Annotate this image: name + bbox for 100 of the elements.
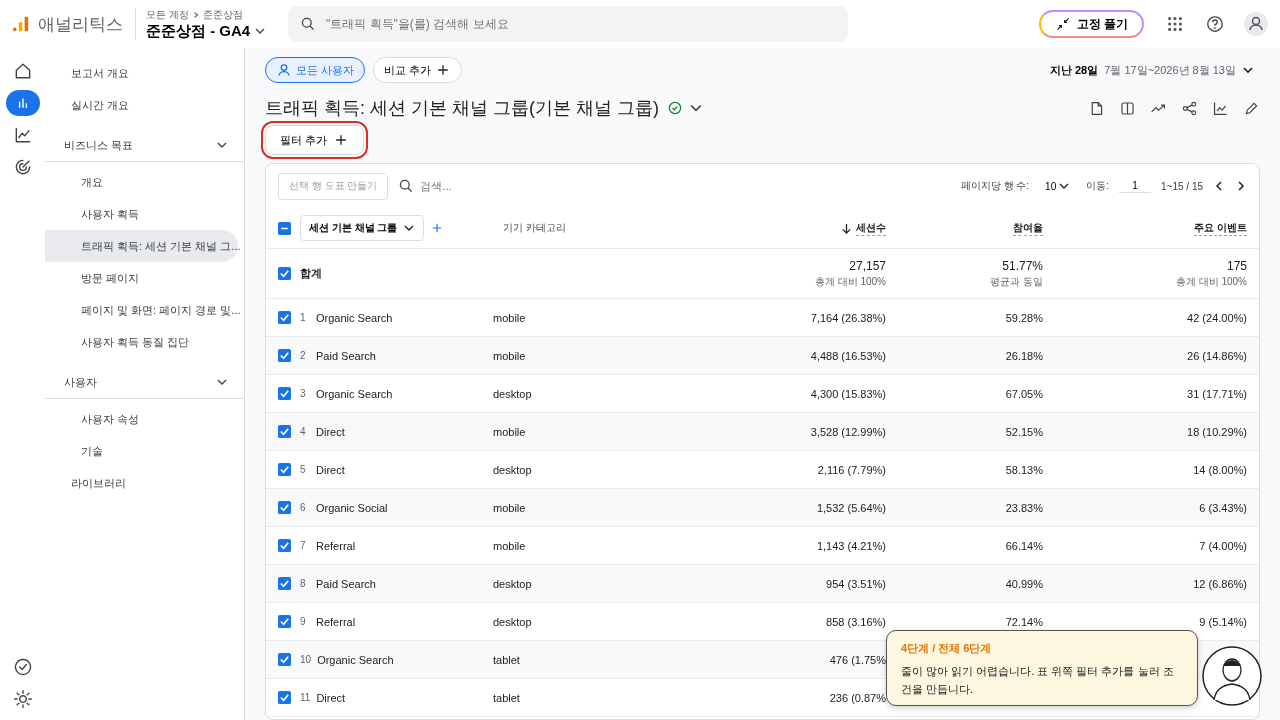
sidebar-item[interactable]: 기술 [45, 435, 238, 467]
sidebar-section[interactable]: 사용자 [45, 366, 244, 399]
table-cell: 2,116 (7.79%) [817, 463, 886, 476]
row-number: 8 [300, 578, 307, 589]
help-icon[interactable] [1206, 15, 1224, 33]
table-cell: 954 (3.51%) [826, 577, 886, 590]
table-cell: tablet [493, 691, 520, 704]
sidebar-item[interactable]: 사용자 속성 [45, 403, 238, 435]
sidebar-item[interactable]: 사용자 획득 동질 집단 [45, 326, 238, 358]
row-checkbox[interactable] [278, 387, 291, 400]
total-note: 총계 대비 100% [814, 274, 886, 289]
table-cell: 23.83% [1005, 501, 1043, 514]
property-selector[interactable]: 준준상점 - GA4 [146, 21, 264, 41]
total-note: 총계 대비 100% [1175, 274, 1247, 289]
table-cell: 12 (6.86%) [1193, 577, 1247, 590]
goto-label: 이동: [1086, 179, 1109, 193]
table-cell: 9 (5.14%) [1199, 615, 1247, 628]
table-cell: 31 (17.71%) [1187, 387, 1247, 400]
breadcrumb-item[interactable]: 준준상점 [202, 7, 243, 22]
next-page-icon[interactable] [1235, 180, 1247, 192]
table-cell: 72.14% [1005, 615, 1043, 628]
table-cell: Paid Search [316, 577, 376, 590]
share-icon[interactable] [1181, 99, 1198, 117]
total-note: 평균과 동일 [990, 274, 1043, 289]
search-icon [300, 16, 316, 32]
date-range-selector[interactable]: 지난 28일 7월 17일~2026년 8월 13일 [1043, 61, 1260, 79]
table-cell: Paid Search [316, 349, 376, 362]
table-cell: 858 (3.16%) [826, 615, 886, 628]
table-cell: 7,164 (26.38%) [810, 311, 886, 324]
row-checkbox[interactable] [278, 539, 291, 552]
row-checkbox[interactable] [278, 425, 291, 438]
table-cell: 6 (3.43%) [1199, 501, 1247, 514]
column-header[interactable]: 참여율 [1013, 220, 1043, 236]
sidebar-item[interactable]: 실시간 개요 [45, 89, 238, 121]
sidebar-section[interactable]: 비즈니스 목표 [45, 129, 244, 162]
search-field[interactable]: "트래픽 획득"을(를) 검색해 보세요 [288, 6, 848, 42]
table-cell: 1,532 (5.64%) [816, 501, 886, 514]
table-cell: 52.15% [1005, 425, 1043, 438]
table-cell: 59.28% [1005, 311, 1043, 324]
sidebar-item[interactable]: 페이지 및 화면: 페이지 경로 및... [45, 294, 238, 326]
table-cell: 18 (10.29%) [1187, 425, 1247, 438]
sidebar-item[interactable]: 방문 페이지 [45, 262, 238, 294]
table-cell: Direct [316, 425, 345, 438]
rows-per-page-select[interactable]: 10 [1039, 179, 1077, 193]
table-cell: Direct [316, 691, 346, 704]
row-number: 4 [300, 426, 307, 437]
table-cell: 4,488 (16.53%) [810, 349, 886, 362]
row-number: 2 [300, 350, 307, 361]
table-cell: 42 (24.00%) [1187, 311, 1247, 324]
sidebar-item[interactable]: 개요 [45, 166, 238, 198]
table-cell: Organic Social [316, 501, 388, 514]
add-comparison-button[interactable]: 비교 추가 [373, 57, 463, 83]
table-cell: desktop [493, 615, 532, 628]
chevron-right-icon [191, 10, 200, 19]
table-cell: 40.99% [1005, 577, 1043, 590]
table-cell: 14 (8.00%) [1193, 463, 1247, 476]
column-header[interactable]: 주요 이벤트 [1194, 220, 1247, 236]
sidebar-item[interactable]: 라이브러리 [45, 467, 238, 499]
row-checkbox[interactable] [278, 615, 291, 628]
select-all-checkbox[interactable] [278, 221, 291, 235]
column-header[interactable]: 기기 카테고리 [493, 222, 566, 233]
columns-icon[interactable] [1119, 99, 1136, 117]
row-checkbox[interactable] [278, 501, 291, 514]
column-header[interactable]: 세션수 [856, 220, 886, 236]
table-cell: Organic Search [316, 311, 393, 324]
sidebar-item[interactable]: 보고서 개요 [45, 57, 238, 89]
rows-per-page-label: 페이지당 행 수: [960, 179, 1030, 193]
sidebar-item[interactable]: 사용자 획득 [45, 198, 238, 230]
row-checkbox[interactable] [278, 653, 291, 666]
table-cell: Organic Search [316, 387, 393, 400]
table-cell: 66.14% [1005, 539, 1043, 552]
page-range: 1~15 / 15 [1161, 180, 1203, 192]
previous-page-icon[interactable] [1213, 180, 1225, 192]
row-checkbox[interactable] [278, 349, 291, 362]
analytics-logo-icon [12, 15, 30, 33]
table-cell: 26.18% [1005, 349, 1043, 362]
bar-chart-icon[interactable] [5, 90, 40, 116]
chevron-down-icon [1242, 64, 1254, 76]
collapse-arrows-icon [1054, 16, 1071, 32]
sidebar-item[interactable]: 트래픽 획득: 세션 기본 채널 그... [45, 230, 238, 262]
total-value: 27,157 [849, 258, 886, 273]
account-avatar-icon[interactable] [1244, 12, 1268, 36]
breadcrumb-item[interactable]: 모든 계정 [146, 7, 189, 22]
table-cell: 1,143 (4.21%) [816, 539, 886, 552]
row-checkbox[interactable] [278, 577, 291, 590]
row-checkbox[interactable] [278, 463, 291, 476]
table-cell: 4,300 (15.83%) [810, 387, 886, 400]
apps-grid-icon[interactable] [1166, 15, 1184, 33]
row-checkbox[interactable] [278, 311, 291, 324]
segment-chip[interactable]: 모든 사용자 [265, 57, 366, 83]
row-checkbox[interactable] [278, 691, 291, 704]
dimension-selector[interactable]: 세션 기본 채널 그룹 [300, 215, 425, 241]
row-number: 1 [300, 312, 307, 323]
unpin-button[interactable]: 고정 풀기 [1038, 10, 1144, 38]
row-number: 11 [300, 692, 311, 703]
table-cell: Organic Search [317, 653, 394, 666]
goto-page-field[interactable]: 1 [1119, 179, 1151, 193]
row-checkbox[interactable] [278, 267, 291, 280]
table-cell: desktop [493, 387, 532, 400]
table-search-field[interactable]: 검색... [418, 179, 519, 193]
